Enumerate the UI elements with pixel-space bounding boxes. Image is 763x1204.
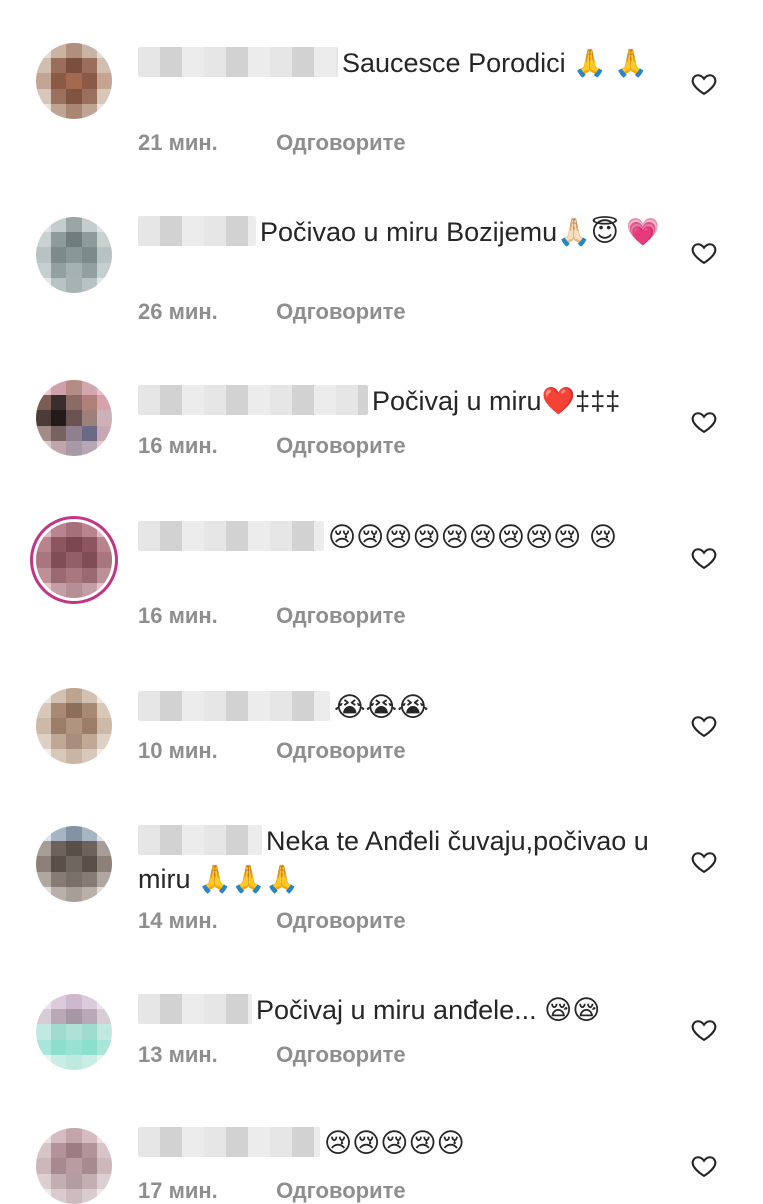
comment-text: Počivao u miru Bozijemu🙏🏻😇 💗 bbox=[260, 217, 661, 247]
avatar[interactable] bbox=[36, 1128, 112, 1204]
reply-button[interactable]: Одговорите bbox=[276, 299, 406, 324]
comment-text: 😢😢😢😢😢 bbox=[324, 1128, 465, 1158]
blurred-username[interactable] bbox=[138, 385, 368, 415]
heart-outline-icon[interactable] bbox=[690, 239, 718, 267]
comment-text: Saucesce Porodici 🙏 🙏 bbox=[342, 48, 648, 78]
comment-body: Počivaj u miru anđele... 😪😪 bbox=[138, 991, 663, 1029]
comment-body: 😭😭😭 bbox=[138, 688, 663, 726]
avatar[interactable] bbox=[36, 380, 112, 456]
heart-outline-icon[interactable] bbox=[690, 408, 718, 436]
comment-time: 14 мин. bbox=[138, 908, 218, 933]
comment-text: 😢😢😢😢😢😢😢😢😢 😢 bbox=[328, 522, 617, 552]
comment-text: Počivaj u miru anđele... 😪😪 bbox=[256, 995, 601, 1025]
comment-meta: 16 мин. Одговорите bbox=[138, 603, 406, 629]
avatar[interactable] bbox=[36, 688, 112, 764]
comment-meta: 17 мин. Одговорите bbox=[138, 1178, 406, 1204]
comment-body: Saucesce Porodici 🙏 🙏 bbox=[138, 44, 663, 82]
heart-outline-icon[interactable] bbox=[690, 544, 718, 572]
avatar[interactable] bbox=[36, 43, 112, 119]
comment-body: Počivaj u miru❤️‡‡‡ bbox=[138, 382, 663, 420]
comment-meta: 10 мин. Одговорите bbox=[138, 738, 406, 764]
blurred-username[interactable] bbox=[138, 521, 324, 551]
heart-outline-icon[interactable] bbox=[690, 70, 718, 98]
comment-time: 16 мин. bbox=[138, 433, 218, 458]
avatar[interactable] bbox=[36, 522, 112, 598]
reply-button[interactable]: Одговорите bbox=[276, 908, 406, 933]
blurred-username[interactable] bbox=[138, 216, 256, 246]
comment-meta: 13 мин. Одговорите bbox=[138, 1042, 406, 1068]
blurred-username[interactable] bbox=[138, 691, 330, 721]
comment-body: 😢😢😢😢😢😢😢😢😢 😢 bbox=[138, 518, 663, 556]
avatar[interactable] bbox=[36, 826, 112, 902]
comment-time: 17 мин. bbox=[138, 1178, 218, 1203]
blurred-username[interactable] bbox=[138, 47, 338, 77]
heart-outline-icon[interactable] bbox=[690, 848, 718, 876]
heart-outline-icon[interactable] bbox=[690, 1152, 718, 1180]
comment-text: 😭😭😭 bbox=[334, 692, 429, 722]
comment-time: 13 мин. bbox=[138, 1042, 218, 1067]
blurred-username[interactable] bbox=[138, 994, 252, 1024]
reply-button[interactable]: Одговорите bbox=[276, 738, 406, 763]
blurred-username[interactable] bbox=[138, 1127, 320, 1157]
comment-text: Počivaj u miru❤️‡‡‡ bbox=[372, 386, 621, 416]
avatar[interactable] bbox=[36, 217, 112, 293]
comment-meta: 21 мин. Одговорите bbox=[138, 130, 406, 156]
reply-button[interactable]: Одговорите bbox=[276, 433, 406, 458]
heart-outline-icon[interactable] bbox=[690, 1016, 718, 1044]
reply-button[interactable]: Одговорите bbox=[276, 1178, 406, 1203]
comment-meta: 26 мин. Одговорите bbox=[138, 299, 406, 325]
comment-body: 😢😢😢😢😢 bbox=[138, 1124, 663, 1162]
comment-body: Počivao u miru Bozijemu🙏🏻😇 💗 bbox=[138, 213, 663, 251]
comment-time: 26 мин. bbox=[138, 299, 218, 324]
comment-time: 21 мин. bbox=[138, 130, 218, 155]
reply-button[interactable]: Одговорите bbox=[276, 130, 406, 155]
reply-button[interactable]: Одговорите bbox=[276, 603, 406, 628]
comment-time: 16 мин. bbox=[138, 603, 218, 628]
comment-meta: 16 мин. Одговорите bbox=[138, 433, 406, 459]
reply-button[interactable]: Одговорите bbox=[276, 1042, 406, 1067]
comment-meta: 14 мин. Одговорите bbox=[138, 908, 406, 934]
heart-outline-icon[interactable] bbox=[690, 712, 718, 740]
comment-time: 10 мин. bbox=[138, 738, 218, 763]
comment-body: Neka te Anđeli čuvaju,počivao u miru 🙏🙏🙏 bbox=[138, 822, 663, 898]
avatar[interactable] bbox=[36, 994, 112, 1070]
blurred-username[interactable] bbox=[138, 825, 262, 855]
